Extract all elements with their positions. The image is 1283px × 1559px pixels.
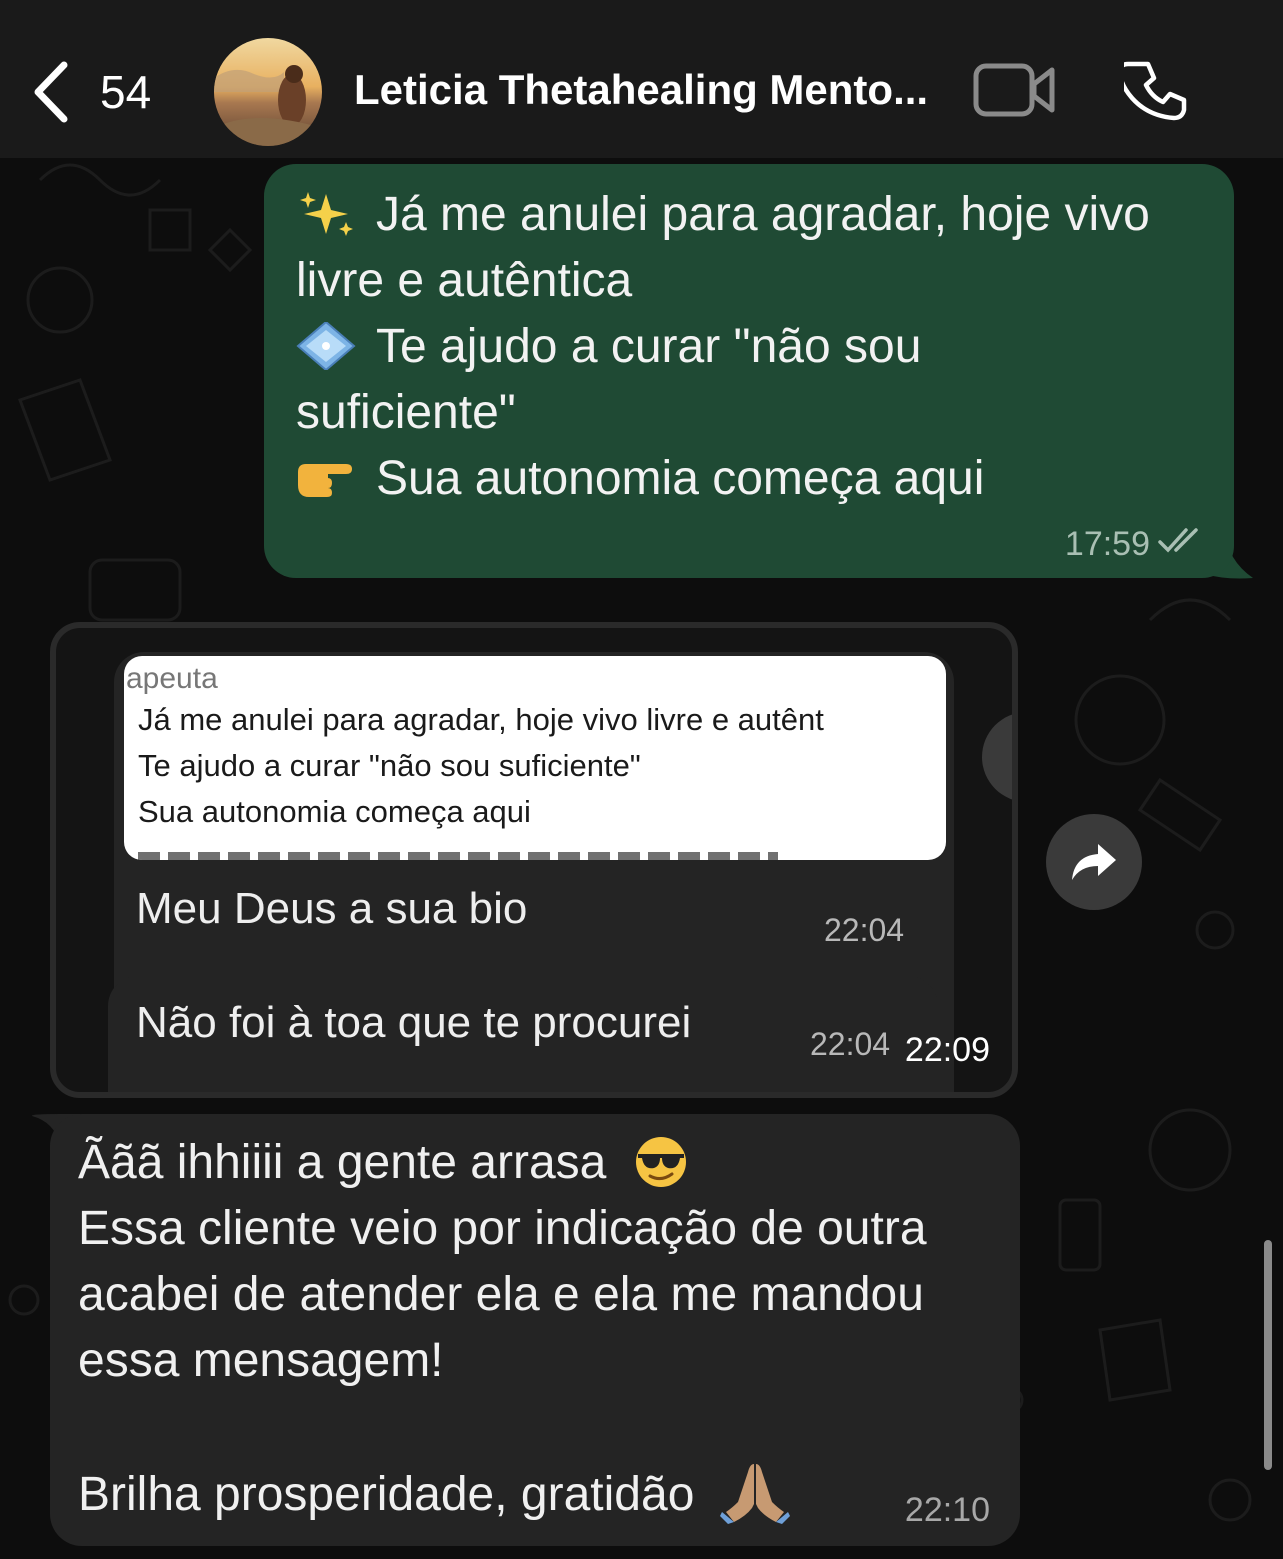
- sunglasses-face-icon: [635, 1137, 686, 1187]
- incoming-line: Ããã ihhiiii a gente arrasa: [78, 1130, 690, 1196]
- incoming-line: Brilha prosperidade, gratidão: [78, 1460, 790, 1528]
- incoming-line: essa mensagem!: [78, 1334, 444, 1387]
- back-button[interactable]: 54: [30, 56, 151, 128]
- chevron-left-icon: [34, 61, 68, 123]
- outgoing-line: livre e autêntica: [296, 254, 633, 307]
- chat-screen: 54 Leticia Thetahealing Mento... Já me a…: [0, 0, 1283, 1559]
- double-check-icon: [1158, 528, 1198, 553]
- incoming-message[interactable]: Ããã ihhiiii a gente arrasa Essa cliente …: [50, 1114, 1020, 1546]
- message-time: 17:59: [1064, 525, 1150, 563]
- forwarded-screenshot-image[interactable]: apeuta Já me anulei para agradar, hoje v…: [50, 622, 1018, 1098]
- forward-button[interactable]: [1046, 814, 1142, 910]
- video-call-button[interactable]: [972, 60, 1058, 120]
- contact-avatar[interactable]: [214, 38, 322, 146]
- screenshot-message-time: 22:04: [810, 1026, 891, 1062]
- screenshot-message-time: 22:04: [824, 912, 905, 948]
- message-time: 22:10: [904, 1491, 990, 1529]
- outgoing-line: Sua autonomia começa aqui: [296, 446, 984, 512]
- contact-name[interactable]: Leticia Thetahealing Mento...: [354, 66, 944, 114]
- quoted-line: Te ajudo a curar "não sou suficiente": [138, 748, 641, 783]
- message-time: 22:09: [904, 1031, 990, 1069]
- forward-arrow-icon: [1072, 844, 1116, 880]
- scrollbar[interactable]: [1264, 1240, 1272, 1470]
- outgoing-line: Te ajudo a curar "não sou: [296, 314, 921, 380]
- quoted-line: Já me anulei para agradar, hoje vivo liv…: [138, 702, 824, 737]
- unread-count: 54: [100, 66, 152, 118]
- phone-icon: [1117, 61, 1187, 121]
- partial-forward-button: [982, 712, 1012, 802]
- incoming-line: Essa cliente veio por indicação de outra: [78, 1202, 927, 1255]
- voice-call-button[interactable]: [1117, 58, 1190, 124]
- screenshot-message-text: Não foi à toa que te procurei: [136, 998, 692, 1047]
- outgoing-message[interactable]: Já me anulei para agradar, hoje vivo liv…: [264, 164, 1234, 578]
- cut-off-text: [138, 852, 778, 860]
- sparkles-icon: [300, 192, 353, 236]
- quoted-sender: apeuta: [126, 662, 218, 695]
- outgoing-line: suficiente": [296, 386, 516, 439]
- screenshot-quoted-bio: apeuta Já me anulei para agradar, hoje v…: [124, 656, 946, 860]
- screenshot-message-text: Meu Deus a sua bio: [136, 884, 528, 933]
- praying-hands-icon: [719, 1464, 790, 1524]
- quoted-line: Sua autonomia começa aqui: [138, 794, 531, 829]
- outgoing-line: Já me anulei para agradar, hoje vivo: [296, 182, 1150, 248]
- video-camera-icon: [973, 63, 1055, 117]
- diamond-icon: [296, 322, 356, 370]
- chat-header: 54 Leticia Thetahealing Mento...: [0, 0, 1283, 158]
- incoming-line: acabei de atender ela e ela me mandou: [78, 1268, 924, 1321]
- pointing-hand-icon: [298, 464, 352, 497]
